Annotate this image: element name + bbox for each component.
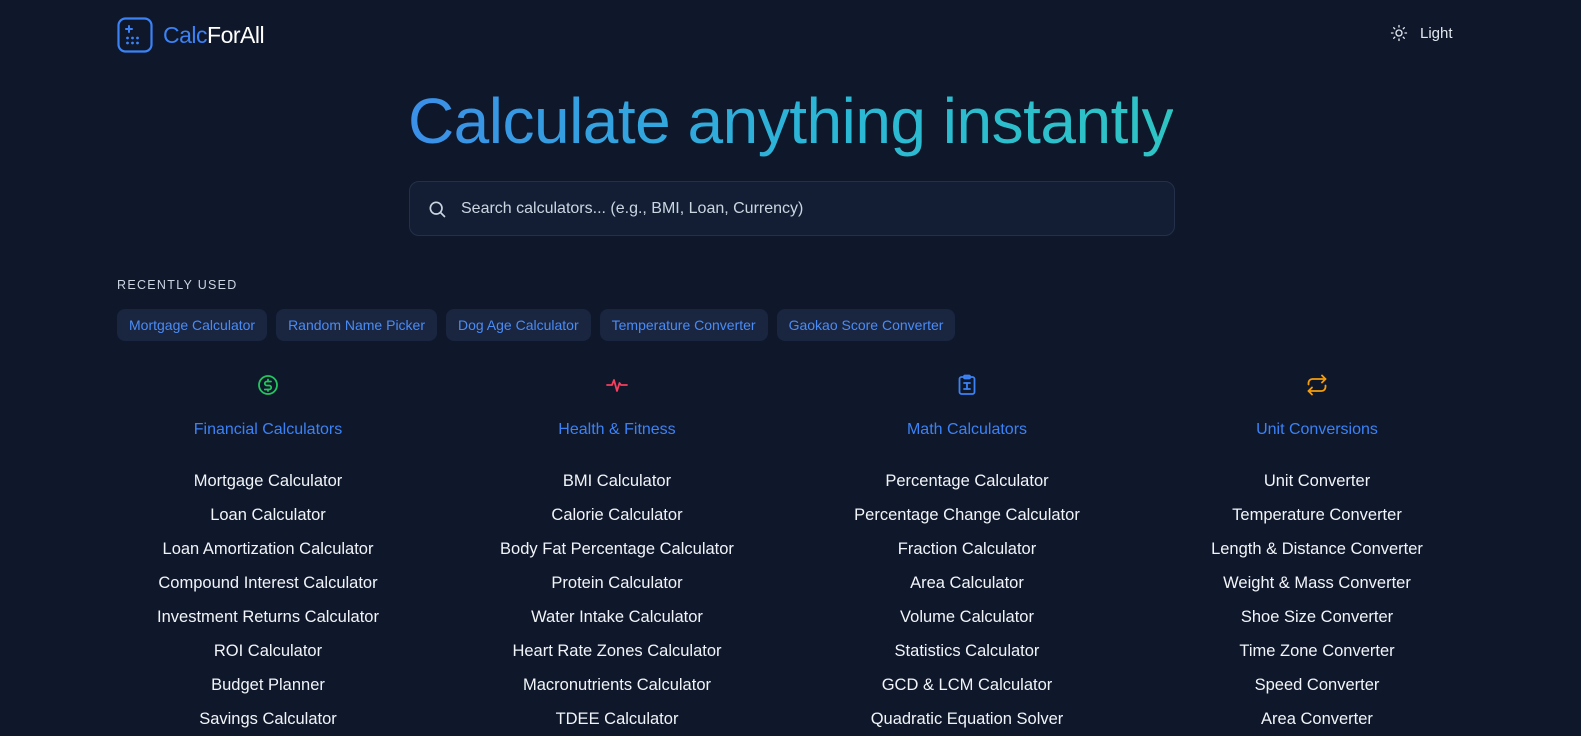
calculator-link[interactable]: Volume Calculator	[797, 600, 1137, 634]
category-title-units[interactable]: Unit Conversions	[1147, 419, 1487, 441]
site-logo-link[interactable]: CalcForAll	[117, 17, 265, 53]
calculator-link[interactable]: Fraction Calculator	[797, 532, 1137, 566]
calculator-list-units: Unit Converter Temperature Converter Len…	[1147, 464, 1487, 736]
search-box[interactable]	[409, 181, 1175, 236]
calculator-link[interactable]: Statistics Calculator	[797, 634, 1137, 668]
category-units: Unit Conversions Unit Converter Temperat…	[1147, 373, 1487, 736]
hero-title-text: Calculate anything instantly	[407, 85, 1174, 157]
calculator-link[interactable]: Loan Amortization Calculator	[98, 532, 438, 566]
search-input[interactable]	[459, 198, 1174, 219]
calculator-link[interactable]: Quadratic Equation Solver	[797, 702, 1137, 736]
calculator-list-financial: Mortgage Calculator Loan Calculator Loan…	[98, 464, 438, 736]
calculator-link[interactable]: Temperature Converter	[1147, 498, 1487, 532]
calculator-logo-icon	[117, 17, 153, 53]
category-health: Health & Fitness BMI Calculator Calorie …	[447, 373, 787, 736]
calculator-link[interactable]: BMI Calculator	[447, 464, 787, 498]
calculator-link[interactable]: Heart Rate Zones Calculator	[447, 634, 787, 668]
logo-text-calc: Calc	[163, 21, 208, 48]
category-math: Math Calculators Percentage Calculator P…	[797, 373, 1137, 736]
calculator-link[interactable]: Percentage Change Calculator	[797, 498, 1137, 532]
recently-used-heading: RECENTLY USED	[117, 278, 238, 292]
calculator-link[interactable]: TDEE Calculator	[447, 702, 787, 736]
category-columns: Financial Calculators Mortgage Calculato…	[0, 373, 1581, 736]
calculator-link[interactable]: Body Fat Percentage Calculator	[447, 532, 787, 566]
recent-chip[interactable]: Mortgage Calculator	[117, 309, 268, 341]
calculator-link[interactable]: Weight & Mass Converter	[1147, 566, 1487, 600]
recent-chip[interactable]: Gaokao Score Converter	[776, 309, 956, 341]
calculator-link[interactable]: Area Converter	[1147, 702, 1487, 736]
recent-chip[interactable]: Temperature Converter	[599, 309, 768, 341]
category-title-health[interactable]: Health & Fitness	[447, 419, 787, 441]
calculator-link[interactable]: Length & Distance Converter	[1147, 532, 1487, 566]
calculator-link[interactable]: Area Calculator	[797, 566, 1137, 600]
calculator-link[interactable]: Protein Calculator	[447, 566, 787, 600]
calculator-link[interactable]: Investment Returns Calculator	[98, 600, 438, 634]
calculator-link[interactable]: Speed Converter	[1147, 668, 1487, 702]
theme-toggle-button[interactable]: Light	[1390, 24, 1453, 42]
calculator-link[interactable]: Time Zone Converter	[1147, 634, 1487, 668]
calculator-link[interactable]: Savings Calculator	[98, 702, 438, 736]
calculator-link[interactable]: Shoe Size Converter	[1147, 600, 1487, 634]
site-logo-text: CalcForAll	[163, 21, 265, 49]
calculator-link[interactable]: Mortgage Calculator	[98, 464, 438, 498]
calculator-link[interactable]: Loan Calculator	[98, 498, 438, 532]
calculator-link[interactable]: ROI Calculator	[98, 634, 438, 668]
clipboard-calculator-icon	[958, 374, 976, 395]
calculator-list-health: BMI Calculator Calorie Calculator Body F…	[447, 464, 787, 736]
calculator-link[interactable]: Macronutrients Calculator	[447, 668, 787, 702]
calculator-link[interactable]: GCD & LCM Calculator	[797, 668, 1137, 702]
heart-pulse-icon	[606, 379, 628, 392]
recent-chip[interactable]: Dog Age Calculator	[446, 309, 591, 341]
recently-used-list: Mortgage Calculator Random Name Picker D…	[117, 309, 956, 341]
calculator-link[interactable]: Unit Converter	[1147, 464, 1487, 498]
recent-chip[interactable]: Random Name Picker	[276, 309, 437, 341]
calculator-link[interactable]: Calorie Calculator	[447, 498, 787, 532]
top-navigation-bar: CalcForAll Light	[0, 0, 1581, 70]
search-icon	[429, 201, 446, 217]
calculator-list-math: Percentage Calculator Percentage Change …	[797, 464, 1137, 736]
category-title-math[interactable]: Math Calculators	[797, 419, 1137, 441]
logo-text-forall: ForAll	[207, 21, 265, 48]
dollar-circle-icon	[258, 375, 278, 395]
category-title-financial[interactable]: Financial Calculators	[98, 419, 438, 441]
calculator-link[interactable]: Percentage Calculator	[797, 464, 1137, 498]
arrows-repeat-icon	[1307, 374, 1327, 396]
calculator-link[interactable]: Water Intake Calculator	[447, 600, 787, 634]
sun-icon	[1390, 24, 1408, 42]
theme-toggle-label: Light	[1420, 24, 1453, 42]
calculator-link[interactable]: Compound Interest Calculator	[98, 566, 438, 600]
hero-title: Calculate anything instantly	[0, 84, 1581, 158]
calculator-link[interactable]: Budget Planner	[98, 668, 438, 702]
category-financial: Financial Calculators Mortgage Calculato…	[98, 373, 438, 736]
